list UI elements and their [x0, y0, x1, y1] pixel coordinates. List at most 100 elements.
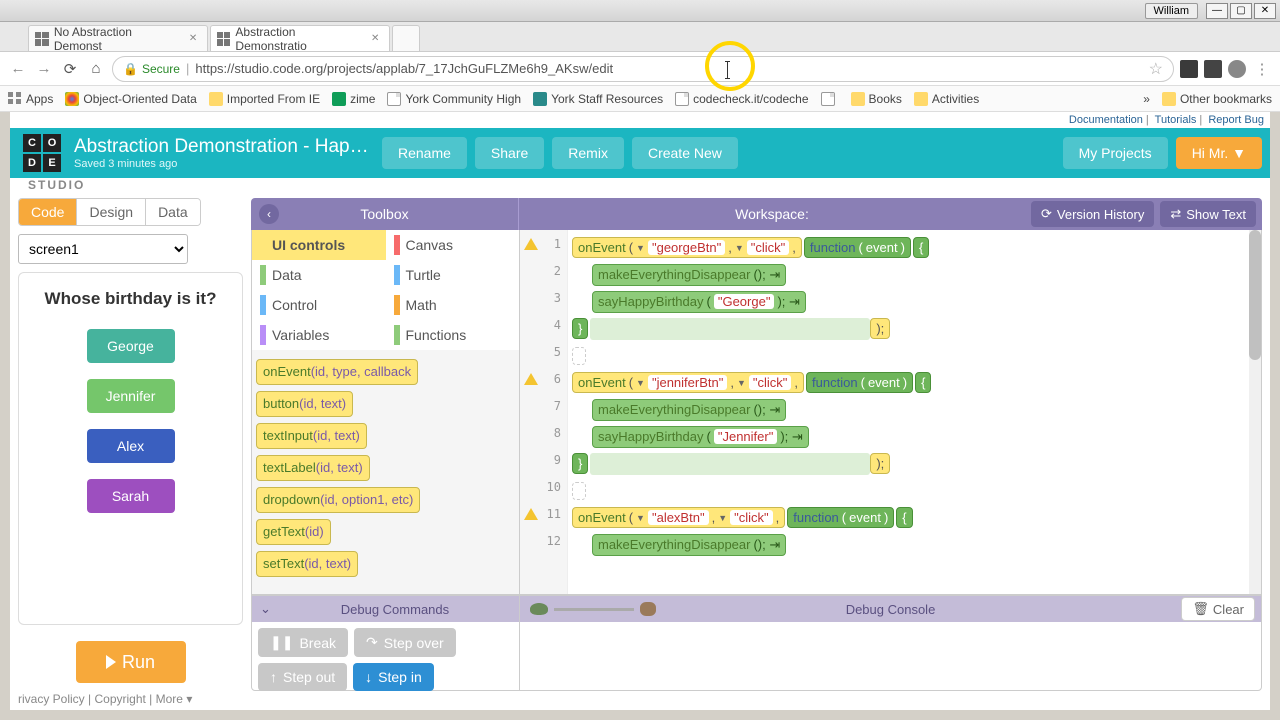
bookmark-item[interactable] [821, 92, 839, 106]
bookmarks-overflow-icon[interactable]: » [1143, 92, 1150, 106]
tab-data[interactable]: Data [145, 199, 200, 225]
user-menu-button[interactable]: Hi Mr. ▼ [1176, 137, 1262, 169]
bookmark-item[interactable]: York Staff Resources [533, 92, 663, 106]
toolbox-panel: UI controlsCanvasDataTurtleControlMathVa… [252, 230, 520, 594]
bookmark-item[interactable]: Activities [914, 92, 979, 106]
screen-select[interactable]: screen1 [18, 234, 188, 264]
code-line[interactable]: }); [568, 315, 1261, 342]
menu-icon[interactable]: ⋮ [1252, 59, 1272, 79]
code-line[interactable]: }); [568, 450, 1261, 477]
minimize-button[interactable]: — [1206, 3, 1228, 19]
maximize-button[interactable]: ▢ [1230, 3, 1252, 19]
toolbox-back-icon[interactable]: ‹ [259, 204, 279, 224]
extension-icon[interactable] [1180, 60, 1198, 78]
rename-button[interactable]: Rename [382, 137, 467, 169]
more-link[interactable]: More ▾ [156, 692, 193, 706]
show-text-button[interactable]: ⇄ Show Text [1160, 201, 1256, 227]
bookmark-apps[interactable]: Apps [8, 92, 53, 106]
code-line[interactable]: onEvent(▼"jenniferBtn", ▼"click", functi… [568, 369, 1261, 396]
toolbox-block[interactable]: textInput(id, text) [256, 423, 367, 449]
speed-slider[interactable] [530, 602, 656, 616]
code-line[interactable]: sayHappyBirthday("Jennifer"); ⇥ [568, 423, 1261, 450]
close-tab-icon[interactable]: ✕ [187, 33, 199, 45]
browser-tab[interactable]: Abstraction Demonstratio ✕ [210, 25, 390, 51]
run-button[interactable]: Run [76, 641, 186, 683]
tab-design[interactable]: Design [76, 199, 145, 225]
share-button[interactable]: Share [475, 137, 544, 169]
back-icon[interactable]: ← [8, 59, 28, 79]
bookmark-item[interactable]: Books [851, 92, 902, 106]
step-over-button[interactable]: ↷ Step over [354, 628, 456, 657]
new-tab-button[interactable] [392, 25, 420, 51]
app-header: CO DE Abstraction Demonstration - Happy … [10, 128, 1270, 178]
code-line[interactable]: makeEverythingDisappear(); ⇥ [568, 531, 1261, 558]
code-line[interactable]: onEvent(▼"georgeBtn", ▼"click", function… [568, 234, 1261, 261]
toolbox-category[interactable]: Control [252, 290, 386, 320]
toolbox-block[interactable]: dropdown(id, option1, etc) [256, 487, 420, 513]
left-panel: Code Design Data screen1 Whose birthday … [18, 198, 243, 691]
jennifer-button[interactable]: Jennifer [87, 379, 175, 413]
address-bar: ← → ⟳ ⌂ 🔒 Secure | https://studio.code.o… [0, 52, 1280, 86]
bookmark-item[interactable]: Object-Oriented Data [65, 92, 196, 106]
toolbox-block[interactable]: setText(id, text) [256, 551, 358, 577]
other-bookmarks[interactable]: Other bookmarks [1162, 92, 1272, 106]
bookmark-item[interactable]: York Community High [387, 92, 521, 106]
sarah-button[interactable]: Sarah [87, 479, 175, 513]
extension-icon[interactable] [1204, 60, 1222, 78]
code-line[interactable] [568, 342, 1261, 369]
toolbox-category[interactable]: Functions [386, 320, 520, 350]
toolbox-category[interactable]: Variables [252, 320, 386, 350]
tutorials-link[interactable]: Tutorials [1155, 114, 1197, 126]
toolbox-category[interactable]: Data [252, 260, 386, 290]
clear-button[interactable]: 🗑 Clear [1181, 597, 1255, 621]
debug-commands-header[interactable]: ⌄ Debug Commands [252, 596, 519, 622]
step-in-button[interactable]: ↓ Step in [353, 663, 434, 691]
alex-button[interactable]: Alex [87, 429, 175, 463]
step-out-button[interactable]: ↑ Step out [258, 663, 347, 691]
close-window-button[interactable]: ✕ [1254, 3, 1276, 19]
break-button[interactable]: ❚❚ Break [258, 628, 348, 657]
bookmark-item[interactable]: codecheck.it/codeche [675, 92, 808, 106]
code-logo[interactable]: CO DE [18, 128, 66, 178]
scrollbar[interactable] [1249, 230, 1261, 594]
toolbox-block[interactable]: onEvent(id, type, callback [256, 359, 418, 385]
privacy-link[interactable]: rivacy Policy [18, 692, 85, 706]
line-number: 9 [520, 446, 567, 473]
bookmark-item[interactable]: Imported From IE [209, 92, 320, 106]
toolbox-block[interactable]: getText(id) [256, 519, 331, 545]
url-input[interactable]: 🔒 Secure | https://studio.code.org/proje… [112, 56, 1174, 82]
toolbox-block[interactable]: button(id, text) [256, 391, 353, 417]
reload-icon[interactable]: ⟳ [60, 59, 80, 79]
version-history-button[interactable]: ⟳ Version History [1031, 201, 1154, 227]
close-tab-icon[interactable]: ✕ [370, 33, 382, 45]
code-line[interactable] [568, 477, 1261, 504]
window-titlebar: William — ▢ ✕ [0, 0, 1280, 22]
code-line[interactable]: makeEverythingDisappear(); ⇥ [568, 261, 1261, 288]
turtle-icon [530, 603, 548, 615]
code-line[interactable]: onEvent(▼"alexBtn", ▼"click", function(e… [568, 504, 1261, 531]
toolbox-category[interactable]: Turtle [386, 260, 520, 290]
code-workspace[interactable]: 123456789101112 onEvent(▼"georgeBtn", ▼"… [520, 230, 1261, 594]
report-bug-link[interactable]: Report Bug [1208, 114, 1264, 126]
extension-icon[interactable] [1228, 60, 1246, 78]
bookmark-item[interactable]: zime [332, 92, 375, 106]
copyright-link[interactable]: Copyright [94, 692, 145, 706]
remix-button[interactable]: Remix [552, 137, 624, 169]
home-icon[interactable]: ⌂ [86, 59, 106, 79]
toolbox-category[interactable]: UI controls [252, 230, 386, 260]
toolbox-category[interactable]: Math [386, 290, 520, 320]
tab-code[interactable]: Code [19, 199, 76, 225]
forward-icon[interactable]: → [34, 59, 54, 79]
george-button[interactable]: George [87, 329, 175, 363]
toolbox-block[interactable]: textLabel(id, text) [256, 455, 370, 481]
toolbox-category[interactable]: Canvas [386, 230, 520, 260]
code-line[interactable]: sayHappyBirthday("George"); ⇥ [568, 288, 1261, 315]
code-line[interactable]: makeEverythingDisappear(); ⇥ [568, 396, 1261, 423]
create-new-button[interactable]: Create New [632, 137, 738, 169]
documentation-link[interactable]: Documentation [1069, 114, 1143, 126]
my-projects-button[interactable]: My Projects [1063, 137, 1168, 169]
project-title: Abstraction Demonstration - Happy ... [74, 136, 374, 158]
bookmark-star-icon[interactable]: ☆ [1149, 59, 1163, 79]
mode-tabs: Code Design Data [18, 198, 201, 226]
browser-tab[interactable]: No Abstraction Demonst ✕ [28, 25, 208, 51]
